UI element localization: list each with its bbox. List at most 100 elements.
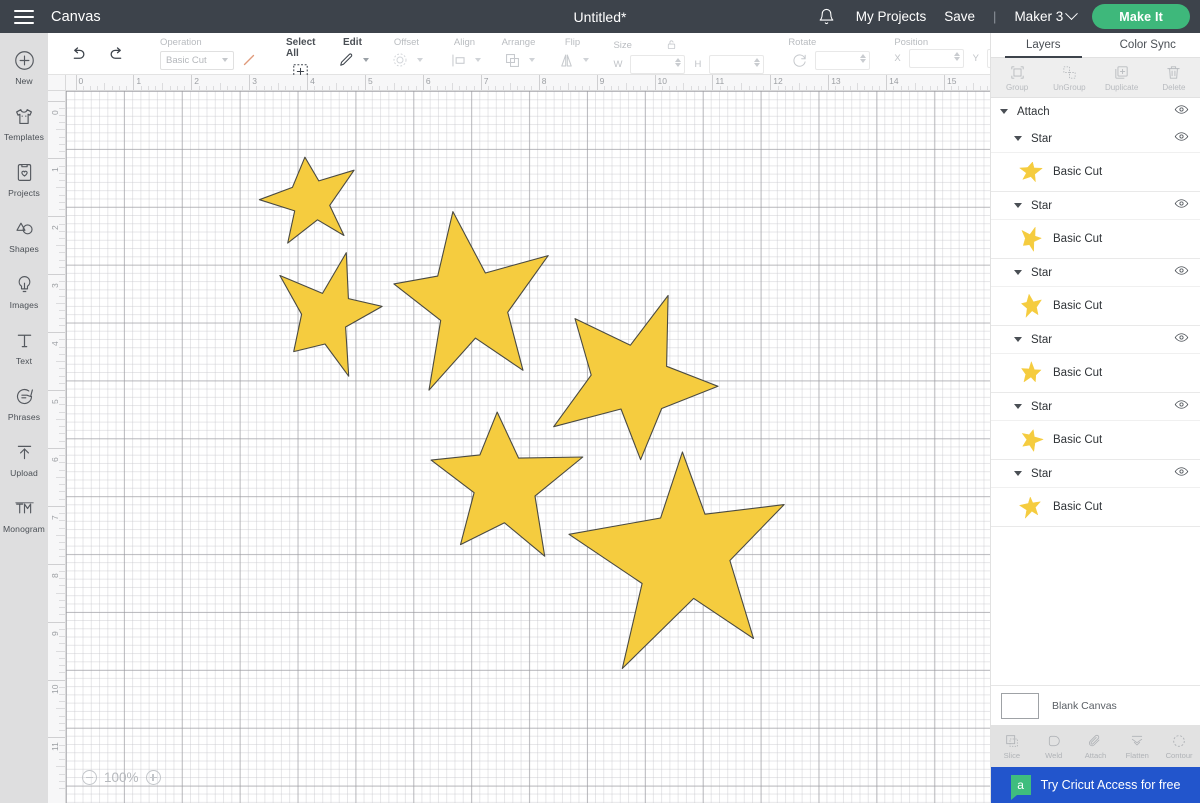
ungroup-button[interactable]: UnGroup [1043,58,1095,97]
machine-selector[interactable]: Maker 3 [1014,9,1063,24]
pencil-icon[interactable] [335,49,357,71]
chevron-down-icon[interactable] [1014,136,1022,141]
rotate-icon[interactable] [788,49,810,71]
sidebar-item-upload[interactable]: Upload [0,431,48,487]
canvas-row[interactable]: Blank Canvas [991,685,1200,725]
chevron-down-icon[interactable] [1065,7,1079,21]
chevron-down-icon[interactable] [363,58,370,62]
slice-button[interactable]: Slice [991,733,1033,760]
chevron-down-icon[interactable] [1014,270,1022,275]
save-button[interactable]: Save [944,9,975,24]
chevron-down-icon[interactable] [1014,471,1022,476]
chevron-down-icon[interactable] [529,58,536,62]
eye-icon[interactable] [1174,464,1189,484]
layer-item[interactable]: Basic Cut [991,219,1200,258]
height-input[interactable] [709,55,765,74]
weld-button[interactable]: Weld [1033,733,1075,760]
duplicate-button[interactable]: Duplicate [1096,58,1148,97]
rotate-stepper[interactable] [860,53,867,63]
canvas-label[interactable]: Canvas [51,9,101,25]
canvas-artboard[interactable] [66,91,990,803]
operation-select[interactable]: Basic Cut [160,50,234,70]
eye-icon[interactable] [1174,129,1189,149]
delete-button[interactable]: Delete [1148,58,1200,97]
chevron-down-icon[interactable] [1014,203,1022,208]
canvas-area[interactable]: 0 1 2 3 4 5 6 7 8 9 10 11 12 13 14 15 0 1 2 3 4 5 6 7 8 9 10 11 10… [48,75,990,803]
chevron-down-icon[interactable] [1000,109,1008,114]
flip-group[interactable]: Flip [545,33,601,74]
star-3[interactable] [393,211,549,391]
sidebar-item-shapes[interactable]: Shapes [0,207,48,263]
my-projects-link[interactable]: My Projects [856,9,927,24]
layer-header[interactable]: Star [991,192,1200,219]
ruler-subtick [59,773,65,775]
chevron-down-icon[interactable] [475,58,482,62]
width-input[interactable] [630,55,686,74]
x-input[interactable] [908,49,964,68]
canvas-color-swatch[interactable] [1001,692,1039,719]
layer-item[interactable]: Basic Cut [991,487,1200,526]
chevron-down-icon[interactable] [1014,404,1022,409]
attach-button[interactable]: Attach [1075,733,1117,760]
make-it-button[interactable]: Make It [1092,4,1190,29]
flip-icon[interactable] [555,49,577,71]
eye-icon[interactable] [1174,397,1189,417]
offset-group[interactable]: Offset [379,33,435,74]
layer-header[interactable]: Star [991,259,1200,286]
star-2[interactable] [279,252,383,377]
tab-color-sync[interactable]: Color Sync [1096,33,1200,57]
offset-icon[interactable] [389,49,411,71]
eye-icon[interactable] [1174,330,1189,350]
flatten-button[interactable]: Flatten [1116,733,1158,760]
align-group[interactable]: Align [435,33,491,74]
cricut-access-promo[interactable]: a Try Cricut Access for free [991,767,1200,803]
chevron-down-icon[interactable] [417,58,424,62]
eye-icon[interactable] [1174,263,1189,283]
star-1[interactable] [258,156,355,244]
layer-header[interactable]: Star [991,326,1200,353]
star-6[interactable] [568,451,785,670]
sidebar-item-text[interactable]: Text [0,319,48,375]
edit-group[interactable]: Edit [325,33,379,74]
star-4[interactable] [553,294,719,461]
sidebar-item-monogram[interactable]: Monogram [0,487,48,543]
eye-icon[interactable] [1174,102,1189,122]
chevron-down-icon[interactable] [1014,337,1022,342]
tab-layers[interactable]: Layers [991,33,1096,58]
layer-item[interactable]: Basic Cut [991,286,1200,325]
layer-header[interactable]: Star [991,393,1200,420]
sidebar-item-projects[interactable]: Projects [0,151,48,207]
rotate-input[interactable] [815,50,871,70]
zoom-in-icon[interactable] [145,770,161,785]
layer-item[interactable]: Basic Cut [991,353,1200,392]
sidebar-item-new[interactable]: New [0,39,48,95]
height-stepper[interactable] [754,58,761,67]
chevron-down-icon[interactable] [583,58,590,62]
star-5[interactable] [430,411,584,557]
notification-bell-icon[interactable] [814,4,840,30]
width-stepper[interactable] [675,58,682,67]
arrange-group[interactable]: Arrange [491,33,545,74]
contour-button[interactable]: Contour [1158,733,1200,760]
layer-item[interactable]: Basic Cut [991,420,1200,459]
redo-icon[interactable] [106,43,128,65]
lock-icon[interactable] [666,37,677,55]
plus-circle-icon [14,48,35,73]
layer-header[interactable]: Star [991,460,1200,487]
select-all-group[interactable]: Select All [274,33,325,79]
group-button[interactable]: Group [991,58,1043,97]
hamburger-menu-icon[interactable] [14,9,34,24]
sidebar-item-templates[interactable]: Templates [0,95,48,151]
layer-group-attach[interactable]: Attach [991,98,1200,125]
layer-header[interactable]: Star [991,125,1200,152]
pen-stroke-icon[interactable] [238,49,260,71]
undo-icon[interactable] [66,43,88,65]
zoom-out-icon[interactable] [82,770,97,785]
sidebar-item-phrases[interactable]: Phrases [0,375,48,431]
arrange-icon[interactable] [501,49,523,71]
layer-item[interactable]: Basic Cut [991,152,1200,191]
eye-icon[interactable] [1174,196,1189,216]
align-icon[interactable] [447,49,469,71]
x-stepper[interactable] [953,52,960,61]
sidebar-item-images[interactable]: Images [0,263,48,319]
